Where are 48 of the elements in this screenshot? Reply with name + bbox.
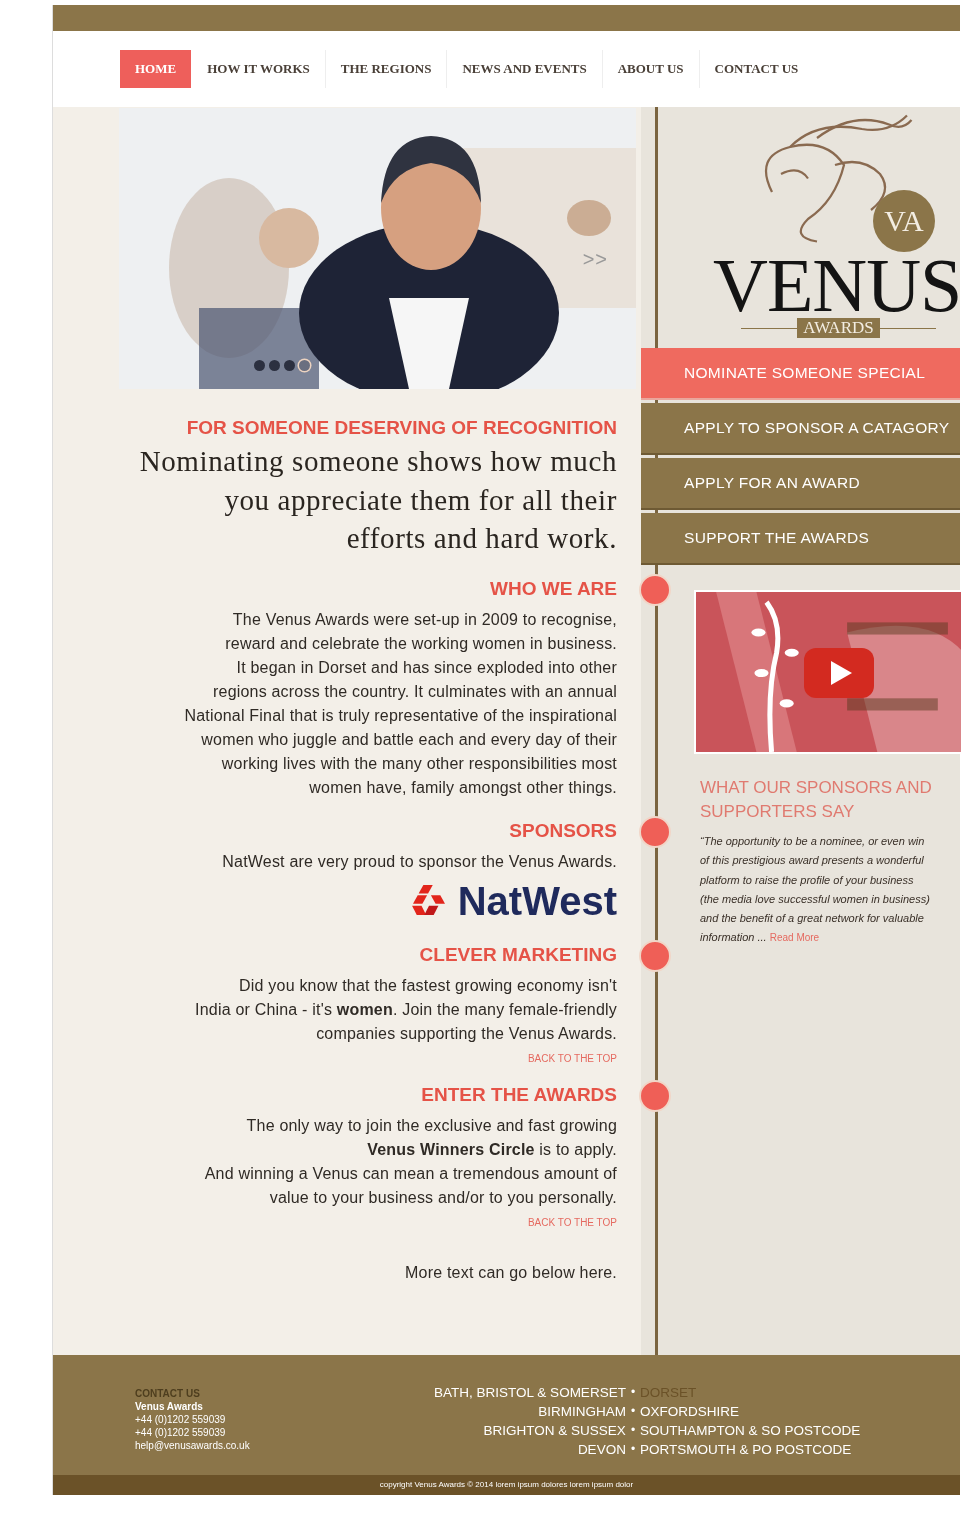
region-link[interactable]: OXFORDSHIRE (640, 1403, 913, 1419)
monogram-badge: VA (873, 190, 935, 252)
play-button-icon[interactable] (802, 648, 876, 698)
back-to-top-link[interactable]: BACK TO THE TOP (53, 1052, 617, 1064)
nav-link[interactable]: CONTACT US (699, 50, 814, 88)
nav-link[interactable]: NEWS AND EVENTS (447, 50, 603, 88)
contact-line: help@venusawards.co.uk (135, 1438, 251, 1452)
region-link[interactable]: BIRMINGHAM (353, 1403, 626, 1419)
bullet-separator: • (629, 1404, 637, 1418)
paragraph: More text can go below here. (404, 1262, 617, 1283)
paragraph: Did you know that the fastest growing economy isn't India or China - it's women. Join the many female-friendly companies supporting the Venus Awards. (194, 975, 617, 1044)
contact-line: +44 (0)1202 559039 (135, 1425, 227, 1439)
region-link[interactable]: SOUTHAMPTON & SO POSTCODE (640, 1422, 913, 1438)
next-arrow[interactable]: >> (582, 248, 608, 271)
menu-item[interactable]: APPLY TO SPONSOR A CATAGORY (641, 403, 960, 455)
slide-dot[interactable] (254, 360, 265, 371)
contact-line: Venus Awards (135, 1399, 204, 1413)
read-more-link[interactable]: Read More (769, 932, 820, 944)
bullet-separator: • (629, 1442, 637, 1456)
menu-item[interactable]: APPLY FOR AN AWARD (641, 458, 960, 510)
nav-link[interactable]: ABOUT US (602, 50, 700, 88)
tagline: Nominating someone shows how much you appreciate them for all their efforts and hard work. (138, 444, 617, 556)
section-heading: FOR SOMEONE DESERVING OF RECOGNITION (185, 416, 617, 440)
paragraph: The only way to join the exclusive and fast growing Venus Winners Circle is to apply. And winning a Venus can mean a tremendous amount of value to your business and/or to you personally. (203, 1115, 617, 1208)
quote: “The opportunity to be a nominee, or even win of this prestigious award presents a wonderful platform to raise the profile of your business (the media love successful women in business) and the benefit of a great network for valuable information ... Read More (700, 834, 931, 946)
paragraph: NatWest are very proud to sponsor the Venus Awards. (221, 851, 617, 872)
nav-link[interactable]: THE REGIONS (325, 50, 448, 88)
bullet-separator: • (629, 1385, 637, 1399)
region-link[interactable]: DEVON (353, 1441, 626, 1457)
section-heading: WHAT OUR SPONSORS AND SUPPORTERS SAY (700, 777, 933, 823)
region-link[interactable]: BATH, BRISTOL & SOMERSET (353, 1384, 626, 1400)
slide-dot[interactable] (269, 360, 280, 371)
copyright-text: copyright Venus Awards © 2014 lorem ipsum dolores lorem ipsum dolor (379, 1480, 634, 1489)
nav-link[interactable]: HOME (120, 50, 192, 88)
menu-item[interactable]: SUPPORT THE AWARDS (641, 513, 960, 565)
menu-item[interactable]: NOMINATE SOMEONE SPECIAL (641, 348, 960, 400)
nav-link[interactable]: HOW IT WORKS (192, 50, 326, 88)
back-to-top-link[interactable]: BACK TO THE TOP (53, 1216, 617, 1228)
paragraph: The Venus Awards were set-up in 2009 to recognise, reward and celebrate the working women in business. It began in Dorset and has since exploded into other regions across the country. It culminates with an annual National Final that is truly representative of the inspirational women who juggle and battle each and every day of their working lives with the many other responsibilities most women have, family amongst other things. (183, 609, 617, 798)
bullet-separator: • (629, 1423, 637, 1437)
region-link[interactable]: PORTSMOUTH & PO POSTCODE (640, 1441, 913, 1457)
slide-dot[interactable] (299, 360, 310, 371)
contact-heading: CONTACT US (135, 1386, 201, 1400)
sponsor-logo-text: NatWest (457, 877, 617, 924)
region-link[interactable]: BRIGHTON & SUSSEX (353, 1422, 626, 1438)
slide-dot[interactable] (284, 360, 295, 371)
diamonds-icon (409, 884, 448, 917)
contact-line: +44 (0)1202 559039 (135, 1412, 227, 1426)
